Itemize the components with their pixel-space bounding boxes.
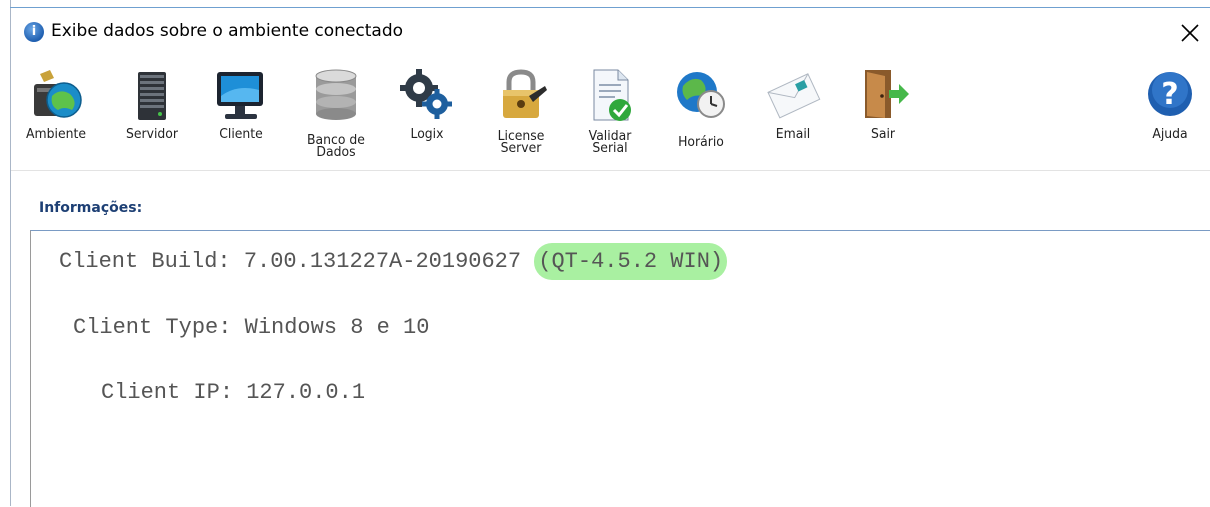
svg-text:?: ? — [1161, 77, 1178, 112]
toolbar-button-license-server[interactable]: License Server — [479, 56, 563, 170]
toolbar-button-servidor[interactable]: Servidor — [111, 56, 193, 170]
title-bar[interactable]: i Exibe dados sobre o ambiente conectado — [11, 8, 1210, 56]
toolbar-button-horario[interactable]: Horário — [659, 56, 743, 170]
environment-icon — [34, 70, 82, 118]
toolbar-label-logix: Logix — [410, 126, 444, 142]
toolbar-label-license-server: License Server — [497, 128, 545, 156]
info-icon: i — [24, 22, 44, 42]
toolbar-button-cliente[interactable]: Cliente — [201, 56, 281, 170]
toolbar-label-validar-serial: Validar Serial — [588, 128, 632, 156]
toolbar-label-sair: Sair — [870, 126, 896, 142]
toolbar-label-cliente: Cliente — [219, 126, 263, 142]
info-panel: Client Build: 7.00.131227A-20190627 (QT-… — [30, 230, 1210, 507]
toolbar-button-validar-serial[interactable]: Validar Serial — [571, 56, 649, 170]
server-icon — [138, 72, 166, 120]
toolbar-button-banco-de-dados[interactable]: Banco de Dados — [291, 56, 381, 170]
database-icon — [315, 69, 357, 120]
toolbar-label-ambiente: Ambiente — [26, 126, 86, 142]
gears-icon — [400, 69, 452, 119]
toolbar: Ambiente Servidor Cliente Banco de Dados… — [11, 56, 1210, 171]
dialog-window: i Exibe dados sobre o ambiente conectado… — [0, 0, 1210, 507]
toolbar-button-sair[interactable]: Sair — [843, 56, 923, 170]
client-build-qt-highlight: (QT-4.5.2 WIN) — [534, 243, 728, 280]
monitor-icon — [217, 72, 263, 119]
close-icon — [1181, 24, 1199, 42]
toolbar-label-horario: Horário — [678, 134, 724, 150]
section-label-informacoes: Informações: — [39, 200, 143, 216]
client-build-line: Client Build: 7.00.131227A-20190627 (QT-… — [59, 243, 728, 280]
client-ip-line: Client IP: 127.0.0.1 — [101, 380, 366, 405]
toolbar-label-email: Email — [775, 126, 811, 142]
window-left-border — [0, 0, 11, 506]
client-type-line: Client Type: Windows 8 e 10 — [73, 315, 430, 340]
toolbar-button-email[interactable]: Email — [751, 56, 835, 170]
toolbar-label-ajuda: Ajuda — [1152, 126, 1188, 142]
window-title: Exibe dados sobre o ambiente conectado — [51, 21, 404, 41]
toolbar-button-logix[interactable]: Logix — [389, 56, 465, 170]
toolbar-label-servidor: Servidor — [125, 126, 179, 142]
globe-clock-icon — [677, 72, 725, 118]
lock-icon — [503, 69, 547, 118]
toolbar-label-banco-de-dados: Banco de Dados — [307, 132, 365, 160]
client-build-text: Client Build: 7.00.131227A-20190627 — [59, 249, 535, 274]
toolbar-button-ambiente[interactable]: Ambiente — [11, 56, 101, 170]
exit-door-icon — [865, 70, 909, 118]
help-icon: ? — [1148, 72, 1192, 116]
envelope-icon — [767, 73, 821, 119]
validate-document-icon — [593, 69, 631, 121]
close-button[interactable] — [1170, 16, 1210, 50]
toolbar-button-ajuda[interactable]: ? Ajuda — [1137, 56, 1203, 170]
